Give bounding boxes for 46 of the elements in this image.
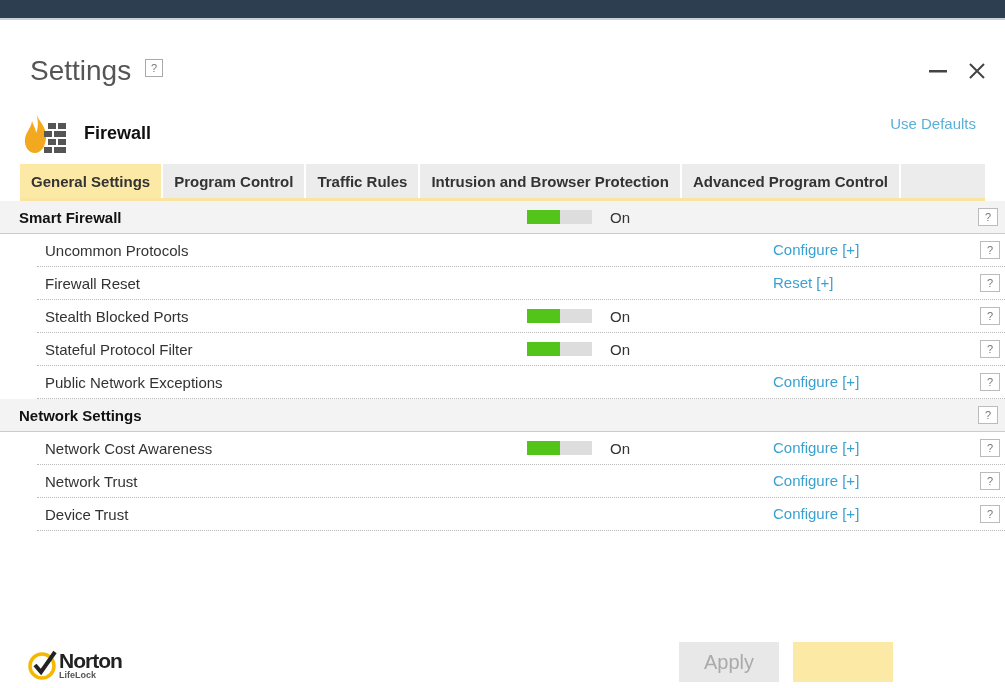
action-button[interactable] <box>793 642 893 682</box>
setting-name: Stateful Protocol Filter <box>44 340 194 358</box>
help-button[interactable]: ? <box>145 59 164 77</box>
configure-link[interactable]: Reset [+] <box>773 274 834 291</box>
help-button[interactable]: ? <box>980 472 1000 490</box>
help-button[interactable]: ? <box>980 307 1000 325</box>
toggle-switch[interactable] <box>527 210 592 224</box>
minimize-icon[interactable] <box>929 69 947 73</box>
close-icon[interactable] <box>969 63 985 79</box>
configure-link[interactable]: Configure [+] <box>773 373 860 390</box>
toggle-label: On <box>610 340 630 358</box>
brand-logo-text: Norton <box>59 650 122 671</box>
setting-name: Network Trust <box>44 472 139 490</box>
setting-name: Uncommon Protocols <box>44 241 190 259</box>
toggle-switch[interactable] <box>527 441 592 455</box>
configure-link[interactable]: Configure [+] <box>773 241 860 258</box>
setting-name: Public Network Exceptions <box>44 373 224 391</box>
help-button[interactable]: ? <box>978 208 998 226</box>
setting-name: Network Cost Awareness <box>44 439 214 457</box>
toggle-switch[interactable] <box>527 309 592 323</box>
checkmark-logo-icon <box>28 650 58 680</box>
help-button[interactable]: ? <box>980 241 1000 259</box>
configure-link[interactable]: Configure [+] <box>773 472 860 489</box>
firewall-icon <box>24 113 66 153</box>
toggle-label: On <box>610 208 630 226</box>
configure-link[interactable]: Configure [+] <box>773 439 860 456</box>
toggle-switch[interactable] <box>527 342 592 356</box>
section-title: Network Settings <box>18 406 143 424</box>
configure-link[interactable]: Configure [+] <box>773 505 860 522</box>
section-title: Smart Firewall <box>18 208 123 226</box>
help-button[interactable]: ? <box>980 373 1000 391</box>
toggle-label: On <box>610 307 630 325</box>
setting-name: Stealth Blocked Ports <box>44 307 190 325</box>
help-button[interactable]: ? <box>980 340 1000 358</box>
help-button[interactable]: ? <box>978 406 998 424</box>
toggle-label: On <box>610 439 630 457</box>
help-button[interactable]: ? <box>980 439 1000 457</box>
tab[interactable]: General Settings <box>20 164 164 198</box>
feature-title: Firewall <box>84 122 152 144</box>
use-defaults-link[interactable]: Use Defaults <box>890 114 976 132</box>
help-button[interactable]: ? <box>980 505 1000 523</box>
setting-name: Device Trust <box>44 505 130 523</box>
brand-subtitle: LifeLock <box>59 671 97 680</box>
setting-name: Firewall Reset <box>44 274 142 292</box>
help-button[interactable]: ? <box>980 274 1000 292</box>
page-title: Settings <box>30 55 132 87</box>
